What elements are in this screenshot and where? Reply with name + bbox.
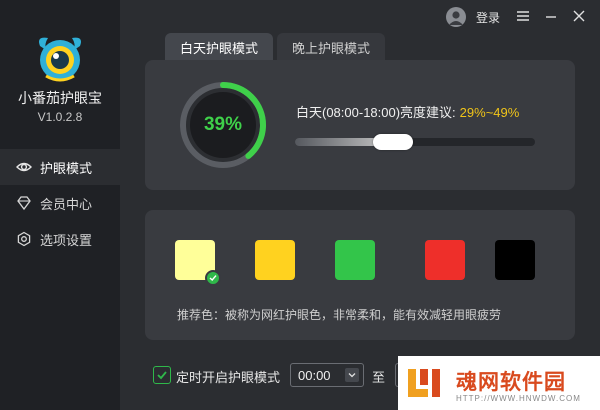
timer-label: 定时开启护眼模式 (176, 370, 281, 385)
settings-icon (17, 231, 31, 247)
brightness-slider[interactable] (295, 134, 535, 150)
settings-menu-icon[interactable] (515, 8, 531, 24)
brightness-suggestion: 白天(08:00-18:00)亮度建议: 29%~49% (296, 102, 519, 121)
chevron-down-icon (345, 368, 359, 382)
app-logo-icon (39, 37, 81, 82)
watermark: 魂网软件园 HTTP://WWW.HNWDW.COM (398, 356, 600, 410)
diamond-icon (17, 196, 31, 211)
watermark-logo-icon (408, 369, 440, 397)
to-label: 至 (372, 370, 386, 385)
tab-day-eye-mode[interactable]: 白天护眼模式 (165, 33, 273, 61)
check-icon (157, 371, 167, 380)
color-swatch-black[interactable] (495, 240, 535, 280)
watermark-url: HTTP://WWW.HNWDW.COM (456, 394, 581, 403)
sidebar-item-label: 护眼模式 (40, 160, 93, 176)
sidebar-item-eye-mode[interactable]: 护眼模式 (0, 149, 120, 185)
watermark-title: 魂网软件园 (456, 371, 566, 394)
eye-icon (16, 162, 32, 172)
brightness-percent: 39% (203, 114, 243, 135)
sidebar-item-member-center[interactable]: 会员中心 (0, 185, 120, 221)
check-icon (205, 270, 221, 286)
sidebar: 小番茄护眼宝 V1.0.2.8 护眼模式 会员中心 选项设置 (0, 0, 120, 410)
app-name: 小番茄护眼宝 (18, 90, 102, 106)
color-swatch-green[interactable] (335, 240, 375, 280)
sidebar-item-label: 会员中心 (40, 196, 93, 212)
recommend-text: 推荐色：被称为网红护眼色，非常柔和，能有效减轻用眼疲劳 (177, 308, 502, 322)
close-icon[interactable] (571, 8, 587, 24)
start-time-value: 00:00 (298, 367, 331, 383)
brightness-period-label: 白天(08:00-18:00)亮度建议: (296, 105, 456, 120)
brightness-slider-thumb[interactable] (373, 134, 413, 150)
app-version: V1.0.2.8 (37, 110, 83, 124)
sidebar-item-settings[interactable]: 选项设置 (0, 221, 120, 257)
sidebar-item-label: 选项设置 (40, 232, 93, 248)
timer-checkbox[interactable] (153, 366, 171, 384)
user-icon[interactable] (446, 7, 466, 27)
brightness-suggested-range: 29%~49% (459, 105, 520, 120)
tab-night-eye-mode[interactable]: 晚上护眼模式 (277, 33, 385, 61)
color-swatch-light-yellow[interactable] (175, 240, 221, 286)
color-swatch-yellow[interactable] (255, 240, 295, 280)
color-swatch-red[interactable] (425, 240, 465, 280)
start-time-select[interactable]: 00:00 (290, 363, 364, 387)
login-link[interactable]: 登录 (476, 9, 500, 26)
minimize-icon[interactable] (543, 8, 559, 24)
